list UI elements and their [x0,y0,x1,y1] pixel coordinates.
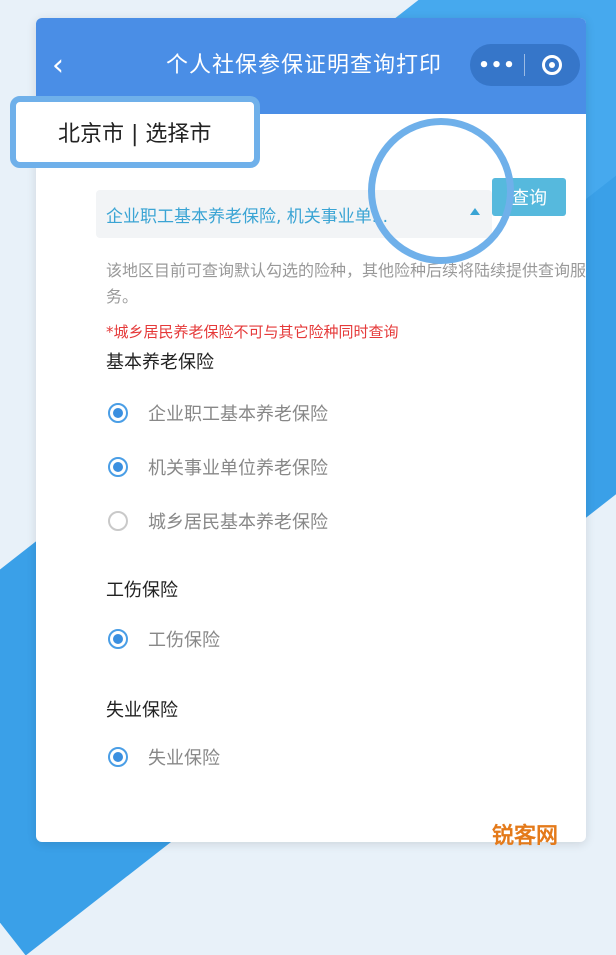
target-close-icon [542,55,562,75]
option-injury-insurance[interactable]: 工伤保险 [108,626,220,652]
mini-program-capsule: ••• [470,44,580,86]
select-value: 企业职工基本养老保险, 机关事业单... [106,206,389,227]
option-resident-pension[interactable]: 城乡居民基本养老保险 [108,508,328,534]
section-title-injury: 工伤保险 [106,580,178,601]
more-dots-icon[interactable]: ••• [470,55,524,76]
option-label: 机关事业单位养老保险 [148,458,328,479]
close-button[interactable] [525,55,579,75]
option-enterprise-pension[interactable]: 企业职工基本养老保险 [108,400,328,426]
option-label: 城乡居民基本养老保险 [148,512,328,533]
option-label: 失业保险 [148,748,220,769]
option-unemployment-insurance[interactable]: 失业保险 [108,744,220,770]
back-chevron-icon[interactable]: ‹ [52,48,82,84]
radio-checked-icon[interactable] [108,747,128,767]
highlight-circle [368,118,514,264]
option-institution-pension[interactable]: 机关事业单位养老保险 [108,454,328,480]
option-label: 工伤保险 [148,630,220,651]
radio-checked-icon[interactable] [108,629,128,649]
watermark-logo: 锐客网 [492,823,559,849]
city-selector[interactable]: 北京市 | 选择市 [10,96,260,168]
radio-unchecked-icon[interactable] [108,511,128,531]
section-title-unemployment: 失业保险 [106,700,178,721]
option-label: 企业职工基本养老保险 [148,404,328,425]
page-title: 个人社保参保证明查询打印 [166,53,443,78]
radio-checked-icon[interactable] [108,403,128,423]
section-title-pension: 基本养老保险 [106,352,214,373]
warning-text: *城乡居民养老保险不可与其它险种同时查询 [106,323,399,341]
radio-checked-icon[interactable] [108,457,128,477]
info-note: 该地区目前可查询默认勾选的险种，其他险种后续将陆续提供查询服务。 [106,261,586,306]
